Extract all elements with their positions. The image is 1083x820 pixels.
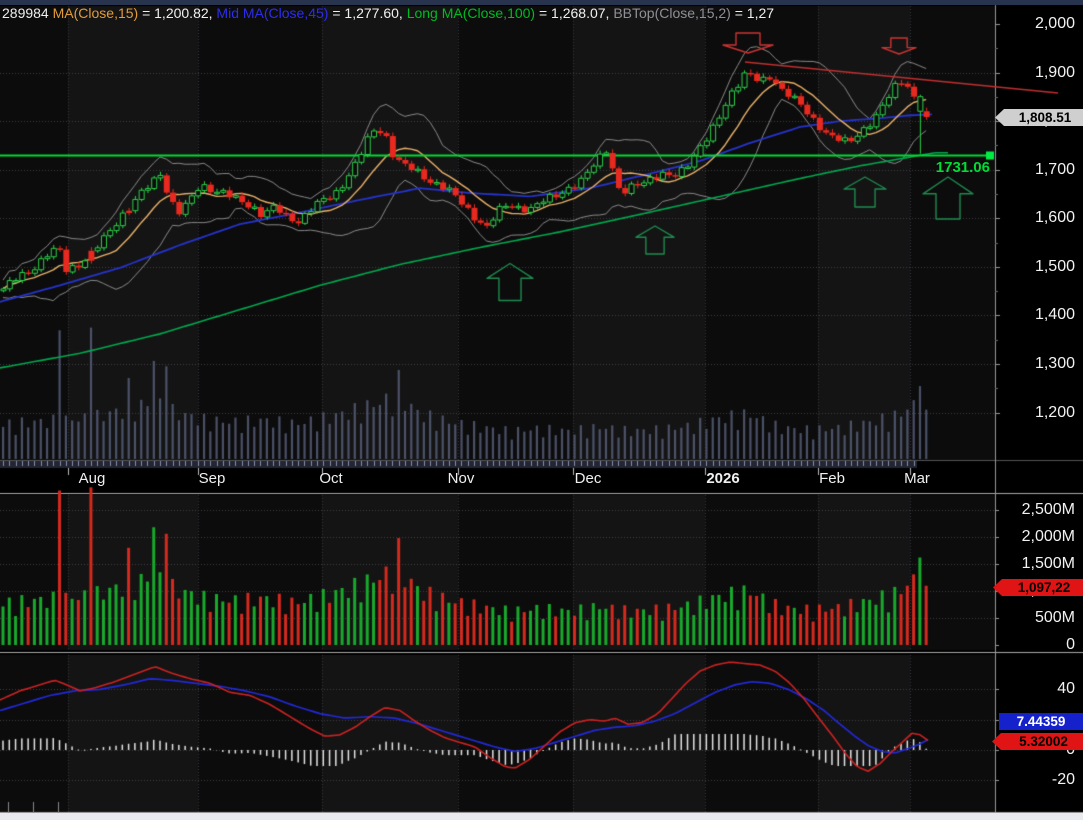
x-axis-month-label: Oct (319, 470, 343, 487)
chart-window: 289984 MA(Close,15) = 1,200.82, Mid MA(C… (0, 0, 1083, 820)
volume-badge: 1,097,22 (993, 579, 1083, 596)
legend-segment: = 1,277.60, (328, 5, 407, 21)
chart-canvas[interactable] (0, 0, 1083, 820)
price-axis-label: 1,300 (1034, 354, 1075, 372)
legend-segment: Long MA(Close,100) (406, 5, 536, 21)
indicator-legend: 289984 MA(Close,15) = 1,200.82, Mid MA(C… (2, 4, 990, 22)
x-axis-month-label: Aug (78, 470, 106, 487)
x-axis-month-label: Sep (198, 470, 226, 487)
macd-blue-badge: 7.44359 (999, 713, 1083, 730)
legend-segment: = 1,27 (730, 5, 775, 21)
price-axis-label: 1,600 (1034, 209, 1075, 227)
volume-axis-label: 2,000M (1021, 528, 1075, 545)
price-axis-label: 1,200 (1034, 403, 1075, 421)
support-price-label: 1731.06 (935, 159, 990, 176)
price-axis-label: 2,000 (1034, 15, 1075, 32)
x-axis-month-label: Dec (574, 470, 602, 487)
x-axis-month-label: Feb (819, 470, 845, 487)
price-axis-label: 1,900 (1034, 63, 1075, 81)
legend-segment: = 1,268.07, (535, 5, 614, 21)
legend-segment: Mid MA(Close,45) (216, 5, 329, 21)
price-axis-label: 1,400 (1034, 306, 1075, 324)
legend-values: MA(Close,15) = 1,200.82, Mid MA(Close,45… (49, 5, 774, 21)
ticker-code: 289984 (2, 5, 49, 21)
price-axis-label: 1,500 (1034, 257, 1075, 275)
legend-segment: BBTop(Close,15,2) (613, 5, 731, 21)
volume-axis-label: 1,500M (1021, 555, 1075, 572)
volume-axis-label: 500M (1034, 609, 1075, 626)
x-axis-month-label: Mar (904, 470, 930, 487)
legend-segment: = 1,200.82, (138, 5, 217, 21)
bottom-border-strip (0, 813, 1083, 820)
price-axis-label: 1,700 (1034, 160, 1075, 178)
oscillator-axis-label: -20 (1051, 771, 1075, 789)
x-axis-month-label: Nov (447, 470, 475, 487)
volume-axis-label: 2,500M (1021, 501, 1075, 518)
macd-red-badge: 5.32002 (992, 733, 1083, 750)
volume-axis-label: 0 (1066, 636, 1075, 653)
legend-segment: MA(Close,15) (48, 5, 139, 21)
last-price-badge: 1,808.51 (995, 109, 1083, 126)
oscillator-axis-label: 40 (1057, 680, 1075, 698)
x-axis-month-label: 2026 (706, 470, 740, 487)
